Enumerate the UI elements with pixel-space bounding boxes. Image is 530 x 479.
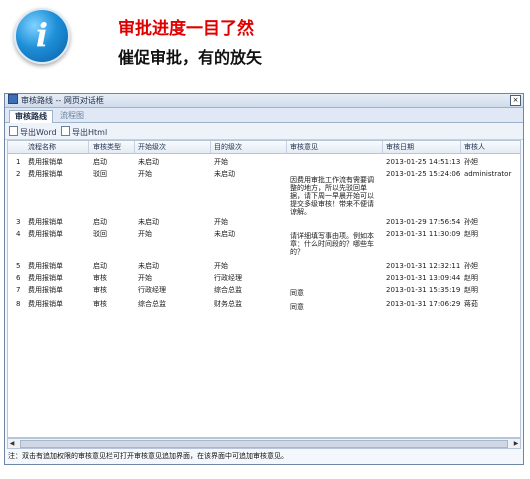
audit-date: 2013-01-25 15:24:06 <box>386 170 461 178</box>
flow-name: 费用报销单 <box>28 274 63 282</box>
from-level: 未启动 <box>138 218 159 226</box>
flow-name: 费用报销单 <box>28 300 63 308</box>
info-icon: i <box>14 8 70 64</box>
from-level: 开始 <box>138 274 152 282</box>
audit-date: 2013-01-31 15:35:19 <box>386 286 461 294</box>
audit-type: 审核 <box>93 286 107 294</box>
window-icon <box>8 94 18 104</box>
audit-table: 流程名称 审核类型 开始级次 目的级次 审核意见 审核日期 审核人 1 费用报销… <box>7 140 521 438</box>
to-level: 综合总监 <box>214 286 242 294</box>
to-level: 开始 <box>214 218 228 226</box>
flow-name: 费用报销单 <box>28 158 63 166</box>
flow-name: 费用报销单 <box>28 230 63 238</box>
from-level: 未启动 <box>138 262 159 270</box>
headline: 审批进度一目了然 <box>118 19 254 39</box>
to-level: 开始 <box>214 158 228 166</box>
row-number: 2 <box>16 170 21 178</box>
from-level: 未启动 <box>138 158 159 166</box>
to-level: 开始 <box>214 262 228 270</box>
table-header: 流程名称 审核类型 开始级次 目的级次 审核意见 审核日期 审核人 <box>8 141 520 154</box>
footer-note: 注：双击有追加权限的审核意见栏可打开审核意见追加界面，在该界面中可追加审核意见。 <box>8 452 288 460</box>
row-number: 4 <box>16 230 21 238</box>
audit-opinion[interactable]: 请详细填写事由项。例如本章：什么时间段的？哪些车的？ <box>290 232 374 256</box>
auditor: 孙妲 <box>464 218 478 226</box>
close-icon[interactable]: × <box>510 95 521 106</box>
flow-name: 费用报销单 <box>28 170 63 178</box>
to-level: 未启动 <box>214 230 235 238</box>
dialog-titlebar: 审核路线 -- 网页对话框 × <box>5 94 523 108</box>
scroll-left-icon[interactable]: ◀ <box>8 439 16 448</box>
from-level: 开始 <box>138 170 152 178</box>
audit-opinion[interactable]: 同意 <box>290 289 374 297</box>
column-header[interactable]: 开始级次 <box>138 143 166 151</box>
auditor: 赵明 <box>464 274 478 282</box>
row-number: 8 <box>16 300 21 308</box>
audit-type: 启动 <box>93 158 107 166</box>
audit-type: 审核 <box>93 300 107 308</box>
toolbar: 导出Word 导出Html <box>5 123 523 140</box>
document-icon <box>9 126 18 136</box>
document-icon <box>61 126 70 136</box>
audit-date: 2013-01-31 17:06:29 <box>386 300 461 308</box>
audit-date: 2013-01-25 14:51:13 <box>386 158 461 166</box>
audit-type: 审核 <box>93 274 107 282</box>
audit-type: 启动 <box>93 218 107 226</box>
from-level: 行政经理 <box>138 286 166 294</box>
scroll-right-icon[interactable]: ▶ <box>512 439 520 448</box>
export-word-button[interactable]: 导出Word <box>9 126 57 138</box>
to-level: 行政经理 <box>214 274 242 282</box>
export-html-button[interactable]: 导出Html <box>61 126 107 138</box>
flow-name: 费用报销单 <box>28 262 63 270</box>
audit-date: 2013-01-29 17:56:54 <box>386 218 461 226</box>
row-number: 3 <box>16 218 21 226</box>
tab-strip: 审核路线 流程图 <box>5 108 523 123</box>
to-level: 未启动 <box>214 170 235 178</box>
row-number: 5 <box>16 262 21 270</box>
flow-name: 费用报销单 <box>28 286 63 294</box>
horizontal-scrollbar[interactable]: ◀ ▶ <box>7 438 521 449</box>
row-number: 6 <box>16 274 21 282</box>
column-header[interactable]: 审核日期 <box>386 143 414 151</box>
row-number: 1 <box>16 158 21 166</box>
column-header[interactable]: 审核类型 <box>93 143 121 151</box>
audit-opinion[interactable]: 同意 <box>290 303 374 311</box>
export-html-label: 导出Html <box>72 128 108 137</box>
audit-type: 启动 <box>93 262 107 270</box>
from-level: 开始 <box>138 230 152 238</box>
tab-flowchart[interactable]: 流程图 <box>55 110 89 122</box>
dialog-title: 审核路线 -- 网页对话框 <box>21 96 104 105</box>
column-header[interactable]: 目的级次 <box>214 143 242 151</box>
flow-name: 费用报销单 <box>28 218 63 226</box>
auditor: 赵明 <box>464 286 478 294</box>
auditor: 孙妲 <box>464 158 478 166</box>
auditor: administrator <box>464 170 512 178</box>
scroll-thumb[interactable] <box>20 440 508 448</box>
auditor: 赵明 <box>464 230 478 238</box>
column-header[interactable]: 审核意见 <box>290 143 318 151</box>
tab-audit-route[interactable]: 审核路线 <box>9 110 53 123</box>
subline: 催促审批，有的放矢 <box>118 48 263 67</box>
auditor: 孙妲 <box>464 262 478 270</box>
audit-date: 2013-01-31 12:32:11 <box>386 262 461 270</box>
row-number: 7 <box>16 286 21 294</box>
info-glyph: i <box>35 16 49 54</box>
column-header[interactable]: 流程名称 <box>28 143 56 151</box>
auditor: 蒋茹 <box>464 300 478 308</box>
audit-type: 驳回 <box>93 170 107 178</box>
export-word-label: 导出Word <box>20 128 57 137</box>
audit-date: 2013-01-31 13:09:44 <box>386 274 461 282</box>
to-level: 财务总监 <box>214 300 242 308</box>
audit-type: 驳回 <box>93 230 107 238</box>
audit-opinion[interactable]: 因费用审批工作流有需要调整的地方，所以先驳回单据，请下周一早晨开始可以提交多级审… <box>290 176 374 216</box>
from-level: 综合总监 <box>138 300 166 308</box>
column-header[interactable]: 审核人 <box>464 143 485 151</box>
audit-route-dialog: 审核路线 -- 网页对话框 × 审核路线 流程图 导出Word 导出Html 流… <box>4 93 524 465</box>
audit-date: 2013-01-31 11:30:09 <box>386 230 461 238</box>
